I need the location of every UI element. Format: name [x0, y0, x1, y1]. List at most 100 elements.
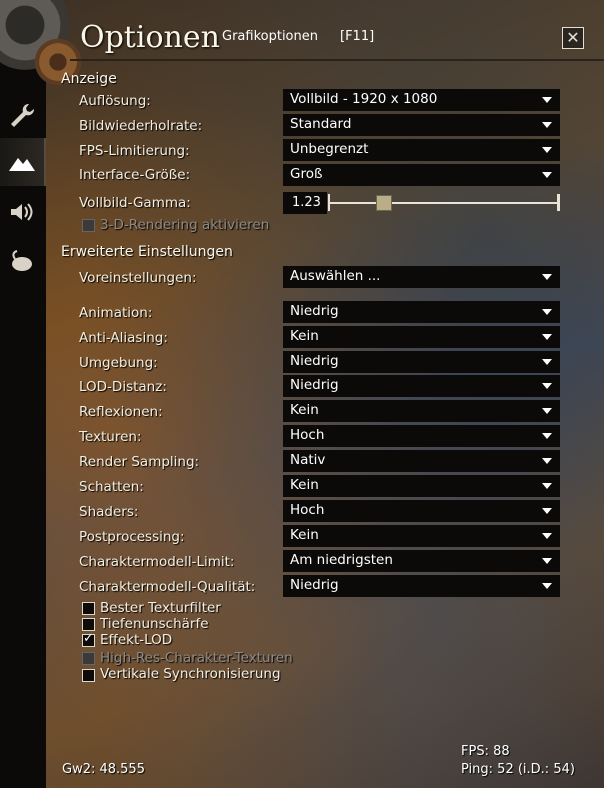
- shadows-label: Schatten:: [79, 479, 144, 495]
- chevron-down-icon: [542, 458, 552, 464]
- chevron-down-icon: [542, 309, 552, 315]
- postprocessing-value: Kein: [290, 527, 319, 543]
- mountains-icon: [9, 158, 35, 171]
- effect-lod-label: Effekt-LOD: [100, 632, 173, 648]
- postprocessing-label: Postprocessing:: [79, 529, 185, 545]
- mouse-icon: [12, 250, 32, 271]
- speaker-icon: [11, 203, 33, 221]
- depth-blur-checkbox[interactable]: [82, 618, 95, 631]
- chevron-down-icon: [542, 483, 552, 489]
- chevron-down-icon: [542, 583, 552, 589]
- tab-sound[interactable]: [0, 188, 44, 236]
- character-quality-value: Niedrig: [290, 577, 339, 593]
- title-divider: [70, 59, 604, 61]
- interface-size-dropdown[interactable]: Groß: [283, 164, 560, 186]
- render-sampling-label: Render Sampling:: [79, 454, 200, 470]
- interface-size-value: Groß: [290, 166, 323, 182]
- interface-size-label: Interface-Größe:: [79, 167, 191, 183]
- options-panel: Optionen Grafikoptionen [F11] ✕ Anzeige …: [0, 0, 604, 788]
- animation-dropdown[interactable]: Niedrig: [283, 301, 560, 323]
- character-limit-label: Charaktermodell-Limit:: [79, 554, 235, 570]
- shaders-value: Hoch: [290, 502, 325, 518]
- preset-label: Voreinstellungen:: [79, 270, 197, 286]
- window-hotkey: [F11]: [340, 29, 375, 44]
- chevron-down-icon: [542, 533, 552, 539]
- gamma-value[interactable]: 1.23: [283, 192, 327, 214]
- effect-lod-checkbox[interactable]: ✓: [82, 631, 95, 647]
- render-sampling-dropdown[interactable]: Nativ: [283, 450, 560, 472]
- chevron-down-icon: [542, 558, 552, 564]
- lod-distance-value: Niedrig: [290, 377, 339, 393]
- close-button[interactable]: ✕: [562, 27, 584, 49]
- chevron-down-icon: [542, 408, 552, 414]
- shadows-dropdown[interactable]: Kein: [283, 475, 560, 497]
- refresh-rate-label: Bildwiederholrate:: [79, 118, 203, 134]
- gamma-label: Vollbild-Gamma:: [79, 195, 191, 211]
- section-advanced: Erweiterte Einstellungen: [61, 244, 233, 260]
- depth-blur-label: Tiefenunschärfe: [100, 616, 209, 632]
- character-quality-dropdown[interactable]: Niedrig: [283, 575, 560, 597]
- chevron-down-icon: [542, 334, 552, 340]
- preset-value: Auswählen ...: [290, 268, 381, 284]
- chevron-down-icon: [542, 97, 552, 103]
- hires-textures-checkbox[interactable]: [82, 652, 95, 665]
- gamma-slider-track[interactable]: [329, 202, 558, 204]
- wrench-icon: [11, 103, 35, 127]
- sidebar: [0, 0, 70, 788]
- render-sampling-value: Nativ: [290, 452, 326, 468]
- fps-readout: FPS: 88: [461, 744, 510, 759]
- reflections-label: Reflexionen:: [79, 404, 163, 420]
- textures-dropdown[interactable]: Hoch: [283, 425, 560, 447]
- chevron-down-icon: [542, 147, 552, 153]
- checkmark-icon: ✓: [83, 631, 94, 646]
- environment-dropdown[interactable]: Niedrig: [283, 351, 560, 373]
- refresh-rate-dropdown[interactable]: Standard: [283, 114, 560, 136]
- vsync-checkbox[interactable]: [82, 669, 95, 682]
- anti-aliasing-value: Kein: [290, 328, 319, 344]
- gamma-slider-handle[interactable]: [376, 195, 393, 211]
- anti-aliasing-dropdown[interactable]: Kein: [283, 326, 560, 348]
- reflections-dropdown[interactable]: Kein: [283, 400, 560, 422]
- tab-controls[interactable]: [0, 238, 44, 286]
- tab-graphics[interactable]: [0, 138, 46, 186]
- chevron-down-icon: [542, 508, 552, 514]
- environment-value: Niedrig: [290, 353, 339, 369]
- character-quality-label: Charaktermodell-Qualität:: [79, 579, 256, 595]
- shaders-label: Shaders:: [79, 504, 139, 520]
- gamma-slider-end: [557, 194, 560, 211]
- window-subtitle: Grafikoptionen: [222, 29, 318, 44]
- lod-distance-label: LOD-Distanz:: [79, 379, 167, 395]
- animation-value: Niedrig: [290, 303, 339, 319]
- tab-general[interactable]: [0, 92, 44, 140]
- chevron-down-icon: [542, 359, 552, 365]
- textures-value: Hoch: [290, 427, 325, 443]
- character-limit-dropdown[interactable]: Am niedrigsten: [283, 550, 560, 572]
- environment-label: Umgebung:: [79, 355, 158, 371]
- animation-label: Animation:: [79, 305, 153, 321]
- fps-limit-dropdown[interactable]: Unbegrenzt: [283, 139, 560, 161]
- texture-filter-checkbox[interactable]: [82, 602, 95, 615]
- character-limit-value: Am niedrigsten: [290, 552, 393, 568]
- section-display: Anzeige: [61, 71, 117, 87]
- hires-textures-label: High-Res-Charakter-Texturen: [100, 650, 293, 666]
- anti-aliasing-label: Anti-Aliasing:: [79, 330, 168, 346]
- preset-dropdown[interactable]: Auswählen ...: [283, 266, 560, 288]
- chevron-down-icon: [542, 433, 552, 439]
- window-title: Optionen: [80, 20, 220, 55]
- shaders-dropdown[interactable]: Hoch: [283, 500, 560, 522]
- resolution-label: Auflösung:: [79, 93, 151, 109]
- refresh-rate-value: Standard: [290, 116, 352, 132]
- texture-filter-label: Bester Texturfilter: [100, 600, 221, 616]
- lod-distance-dropdown[interactable]: Niedrig: [283, 375, 560, 397]
- render3d-checkbox[interactable]: [82, 219, 95, 232]
- chevron-down-icon: [542, 274, 552, 280]
- ping-readout: Ping: 52 (i.D.: 54): [461, 762, 575, 777]
- resolution-dropdown[interactable]: Vollbild - 1920 x 1080: [283, 89, 560, 111]
- vsync-label: Vertikale Synchronisierung: [100, 666, 281, 682]
- render3d-label: 3-D-Rendering aktivieren: [100, 217, 270, 233]
- resolution-value: Vollbild - 1920 x 1080: [290, 91, 438, 107]
- postprocessing-dropdown[interactable]: Kein: [283, 525, 560, 547]
- shadows-value: Kein: [290, 477, 319, 493]
- reflections-value: Kein: [290, 402, 319, 418]
- fps-limit-value: Unbegrenzt: [290, 141, 369, 157]
